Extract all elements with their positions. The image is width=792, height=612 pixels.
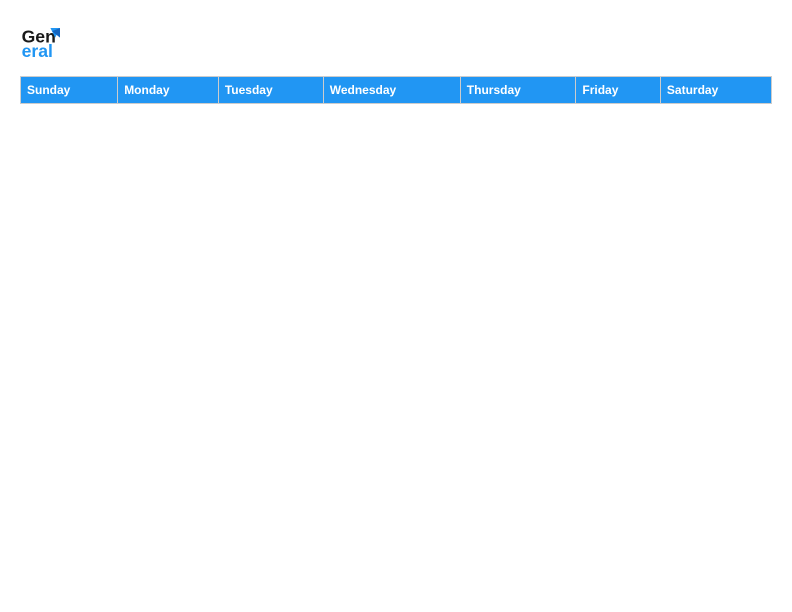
logo-icon: Gen eral (20, 20, 60, 60)
weekday-header-friday: Friday (576, 77, 661, 104)
svg-text:eral: eral (22, 41, 53, 60)
weekday-header-wednesday: Wednesday (323, 77, 460, 104)
page-header: Gen eral (20, 20, 772, 60)
logo: Gen eral (20, 20, 64, 60)
weekday-header-saturday: Saturday (660, 77, 771, 104)
weekday-header-sunday: Sunday (21, 77, 118, 104)
weekday-header-tuesday: Tuesday (218, 77, 323, 104)
weekday-header-thursday: Thursday (460, 77, 576, 104)
weekday-header-row: SundayMondayTuesdayWednesdayThursdayFrid… (21, 77, 772, 104)
weekday-header-monday: Monday (118, 77, 219, 104)
calendar-table: SundayMondayTuesdayWednesdayThursdayFrid… (20, 76, 772, 104)
